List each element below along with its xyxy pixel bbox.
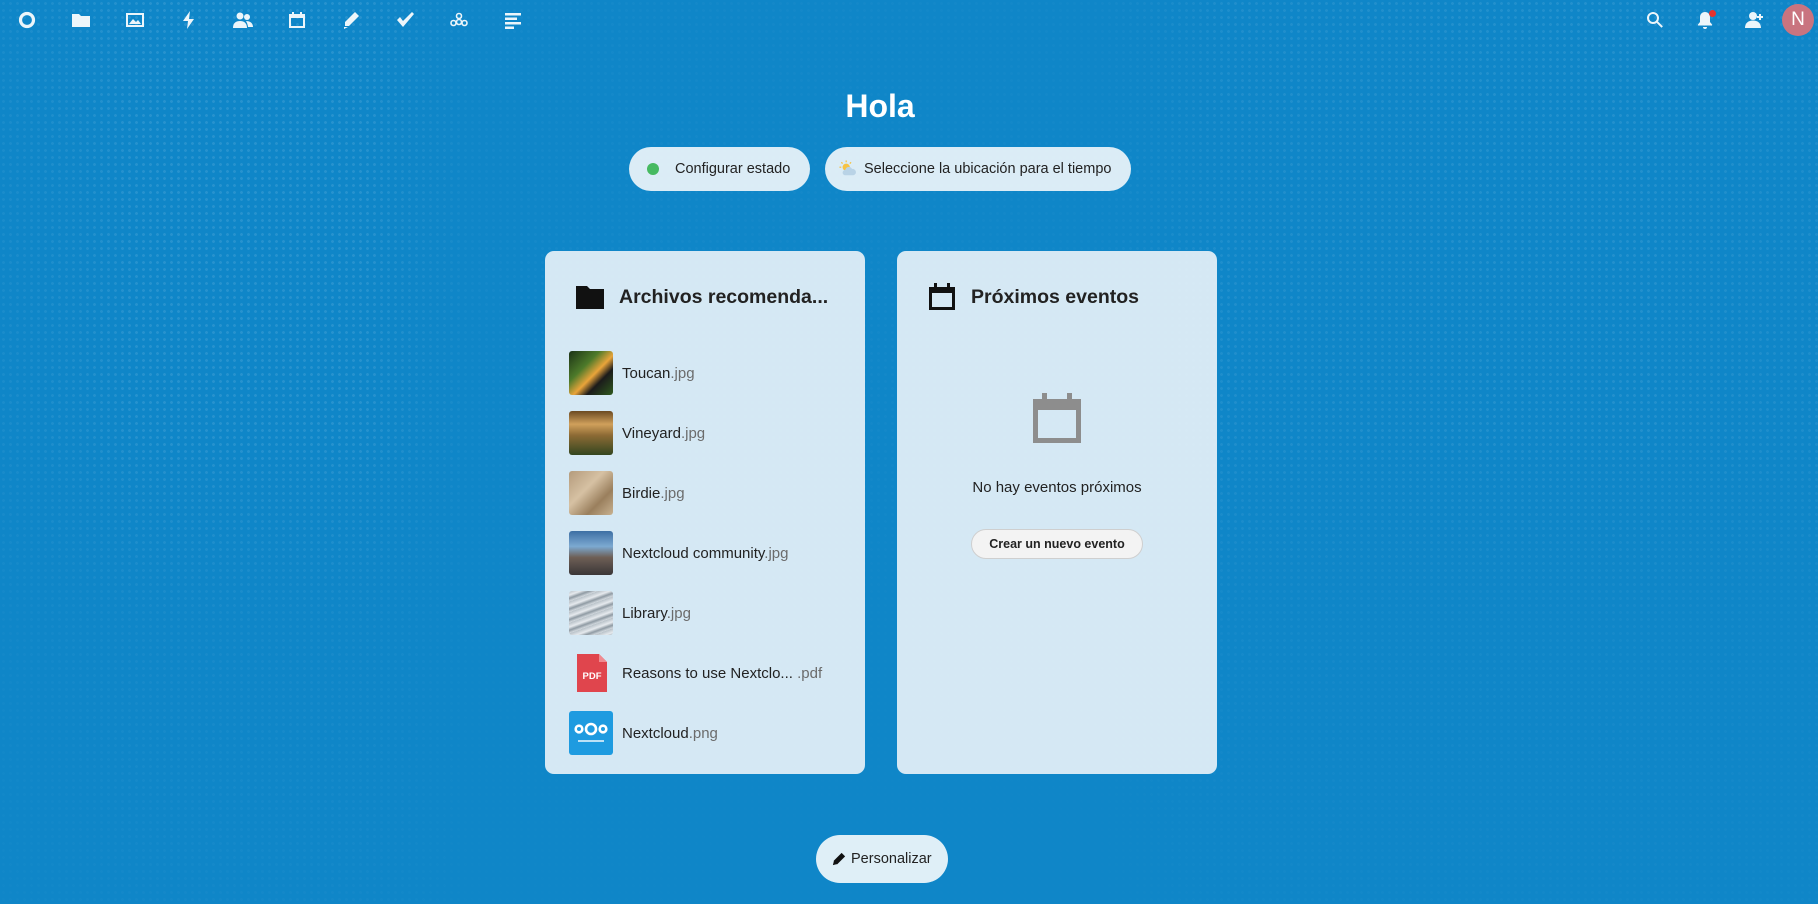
file-extension: .jpg	[764, 544, 789, 562]
header-right: N	[1630, 0, 1818, 40]
no-events-text: No hay eventos próximos	[972, 479, 1142, 496]
file-extension: .jpg	[680, 424, 706, 442]
file-item-toucan[interactable]: Toucan.jpg	[545, 343, 865, 403]
file-thumbnail	[569, 411, 613, 455]
file-extension: .jpg	[670, 364, 695, 382]
app-navigation	[0, 0, 540, 40]
file-item-nextcloud-png[interactable]: Nextcloud.png	[545, 703, 865, 763]
create-event-button[interactable]: Crear un nuevo evento	[971, 529, 1143, 559]
events-empty-state: No hay eventos próximos Crear un nuevo e…	[897, 389, 1217, 559]
notifications-icon[interactable]	[1680, 0, 1730, 40]
file-item-nextcloud-community[interactable]: Nextcloud community.jpg	[545, 523, 865, 583]
panel-header: Archivos recomenda...	[545, 251, 865, 313]
set-status-button[interactable]: Configurar estado	[629, 147, 810, 191]
folder-icon	[576, 286, 604, 309]
circles-icon[interactable]	[432, 0, 486, 40]
file-thumbnail	[569, 711, 613, 755]
contacts-icon[interactable]	[216, 0, 270, 40]
files-icon[interactable]	[54, 0, 108, 40]
panel-title: Archivos recomenda...	[619, 285, 829, 308]
file-name: Vineyard	[622, 424, 681, 442]
activity-icon[interactable]	[162, 0, 216, 40]
file-thumbnail	[569, 351, 613, 395]
deck-icon[interactable]	[486, 0, 540, 40]
customize-label: Personalizar	[851, 851, 932, 867]
search-icon[interactable]	[1630, 0, 1680, 40]
file-item-library[interactable]: Library.jpg	[545, 583, 865, 643]
file-name: Library	[622, 604, 667, 622]
customize-button[interactable]: Personalizar	[816, 835, 948, 883]
file-extension: .pdf	[797, 664, 823, 682]
file-item-birdie[interactable]: Birdie.jpg	[545, 463, 865, 523]
file-extension: .jpg	[666, 604, 691, 622]
recommended-files-panel: Archivos recomenda... Toucan.jpg Vineyar…	[545, 251, 865, 774]
top-header: N	[0, 0, 1818, 40]
weather-partly-sunny-icon	[839, 160, 856, 176]
pdf-badge-text: PDF	[583, 671, 602, 682]
calendar-icon	[929, 283, 955, 310]
file-name: Nextcloud	[622, 724, 689, 742]
panel-header: Próximos eventos	[897, 251, 1217, 313]
tasks-icon[interactable]	[378, 0, 432, 40]
file-list: Toucan.jpg Vineyard.jpg Birdie.jpg Nextc…	[545, 343, 865, 763]
pdf-file-icon: PDF	[569, 651, 613, 695]
panel-title: Próximos eventos	[971, 285, 1139, 308]
file-name: Nextcloud community	[622, 544, 765, 562]
set-status-label: Configurar estado	[675, 161, 791, 177]
file-thumbnail	[569, 591, 613, 635]
empty-calendar-icon	[1033, 393, 1081, 443]
status-online-icon	[647, 163, 659, 175]
greeting-title: Hola	[845, 88, 915, 124]
file-thumbnail	[569, 531, 613, 575]
weather-location-button[interactable]: Seleccione la ubicación para el tiempo	[825, 147, 1131, 191]
user-avatar[interactable]: N	[1782, 4, 1814, 36]
weather-label: Seleccione la ubicación para el tiempo	[864, 161, 1112, 177]
contacts-menu-icon[interactable]	[1730, 0, 1780, 40]
file-name: Birdie	[622, 484, 661, 502]
file-extension: .png	[688, 724, 718, 742]
calendar-icon[interactable]	[270, 0, 324, 40]
notification-dot	[1709, 10, 1716, 17]
file-name: Toucan	[622, 364, 671, 382]
file-item-vineyard[interactable]: Vineyard.jpg	[545, 403, 865, 463]
photos-icon[interactable]	[108, 0, 162, 40]
file-item-reasons-pdf[interactable]: PDF Reasons to use Nextclo... .pdf	[545, 643, 865, 703]
pencil-icon	[832, 852, 846, 866]
file-name: Reasons to use Nextclo...	[622, 664, 798, 682]
upcoming-events-panel: Próximos eventos No hay eventos próximos…	[897, 251, 1217, 774]
notes-icon[interactable]	[324, 0, 378, 40]
file-extension: .jpg	[660, 484, 685, 502]
nextcloud-logo-icon[interactable]	[0, 0, 54, 40]
file-thumbnail	[569, 471, 613, 515]
status-row: Configurar estado Seleccione la ubicació…	[629, 147, 1131, 191]
